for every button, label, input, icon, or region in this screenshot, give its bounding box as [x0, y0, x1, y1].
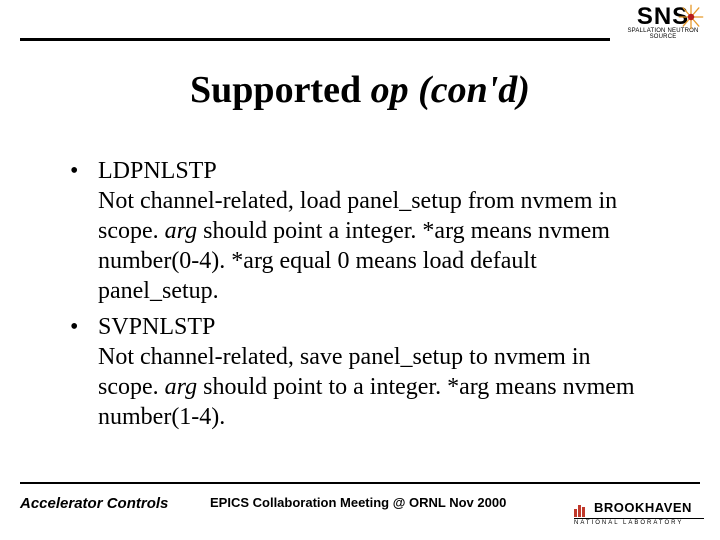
footer-left-text: Accelerator Controls [20, 495, 168, 512]
sunburst-icon [678, 4, 704, 30]
title-prefix: Supported [190, 69, 371, 111]
bullet-marker: • [70, 156, 98, 186]
bnl-main-text: BROOKHAVEN [594, 500, 692, 515]
bullet-body: Not channel-related, save panel_setup to… [98, 342, 650, 432]
slide-title: Supported op (con'd) [0, 68, 720, 112]
bullet-body: Not channel-related, load panel_setup fr… [98, 186, 650, 306]
footer-meeting-text: EPICS Collaboration Meeting @ ORNL Nov 2… [210, 495, 506, 510]
sns-logo: SNS SPALLATION NEUTRON SOURCE [620, 6, 706, 40]
bullet-heading: LDPNLSTP [98, 156, 217, 186]
brookhaven-logo: BROOKHAVEN NATIONAL LABORATORY [574, 499, 704, 526]
bullet-heading: SVPNLSTP [98, 312, 215, 342]
bullet-item: • LDPNLSTP [70, 156, 650, 186]
bottom-divider [20, 482, 700, 484]
slide-content: • LDPNLSTP Not channel-related, load pan… [70, 150, 650, 432]
bullet-marker: • [70, 312, 98, 342]
bnl-bars-icon [574, 499, 586, 517]
bullet-item: • SVPNLSTP [70, 312, 650, 342]
title-italic: op (con'd) [371, 69, 530, 111]
bnl-sub-text: NATIONAL LABORATORY [574, 518, 704, 526]
top-divider [20, 38, 610, 41]
